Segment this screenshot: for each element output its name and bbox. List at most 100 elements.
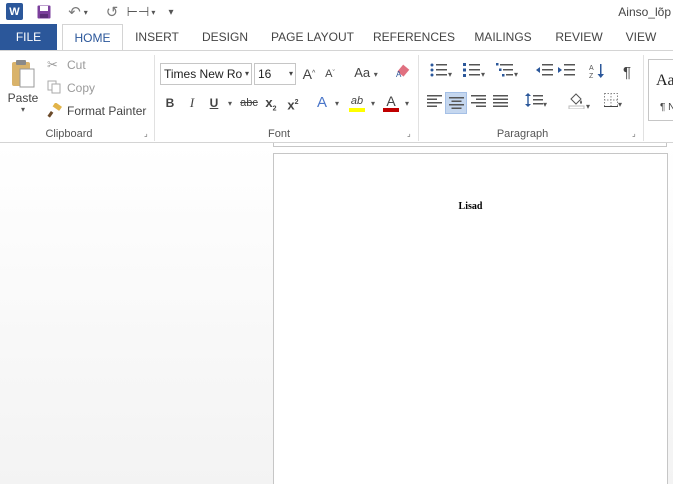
- touch-mode-dropdown-icon[interactable]: ▾: [151, 8, 155, 17]
- align-left-button[interactable]: [425, 93, 443, 113]
- bullets-icon: [430, 63, 447, 77]
- text-effects-button[interactable]: A: [314, 93, 330, 113]
- line-spacing-dropdown-icon[interactable]: ▾: [543, 100, 547, 109]
- cut-label: Cut: [67, 58, 86, 72]
- font-size-combo[interactable]: 16 ▾: [254, 63, 296, 85]
- align-center-icon: [448, 97, 464, 109]
- justify-button[interactable]: [491, 93, 509, 113]
- multilevel-list-button[interactable]: ▾: [492, 63, 522, 83]
- style-preview: Aa: [656, 72, 673, 89]
- font-launcher-icon[interactable]: ⌟: [407, 130, 416, 139]
- grow-font-button[interactable]: A^: [301, 64, 317, 84]
- decrease-indent-button[interactable]: [535, 63, 553, 83]
- text-effects-dropdown-icon[interactable]: ▾: [333, 94, 341, 114]
- clear-formatting-button[interactable]: A: [394, 63, 412, 83]
- show-formatting-button[interactable]: ¶: [619, 63, 635, 83]
- bold-button[interactable]: B: [162, 93, 178, 113]
- scissors-icon: ✂: [47, 57, 58, 72]
- separator: [418, 55, 419, 141]
- tab-mailings[interactable]: MAILINGS: [467, 24, 539, 50]
- document-title: Ainso_lõp: [618, 5, 671, 19]
- paragraph-launcher-icon[interactable]: ⌟: [632, 130, 641, 139]
- tab-insert[interactable]: INSERT: [128, 24, 186, 50]
- clipboard-launcher-icon[interactable]: ⌟: [144, 130, 153, 139]
- strikethrough-button[interactable]: abc: [238, 93, 260, 113]
- shrink-font-button[interactable]: Aˇ: [323, 64, 337, 84]
- sort-button[interactable]: AZ: [588, 63, 606, 83]
- change-case-dropdown-icon[interactable]: ▾: [374, 70, 378, 79]
- word-app-icon[interactable]: W: [6, 3, 23, 20]
- tab-home[interactable]: HOME: [62, 24, 123, 51]
- copy-button[interactable]: Copy: [47, 78, 95, 98]
- page-heading[interactable]: Lisad: [274, 201, 667, 212]
- font-name-dropdown-icon[interactable]: ▾: [245, 64, 249, 84]
- font-name-combo[interactable]: Times New Ro ▾: [160, 63, 252, 85]
- tab-references[interactable]: REFERENCES: [370, 24, 458, 50]
- paste-dropdown-icon[interactable]: ▾: [21, 105, 25, 114]
- font-name-value: Times New Ro: [164, 67, 243, 81]
- cut-button[interactable]: ✂ Cut: [47, 55, 86, 75]
- touch-mode-icon[interactable]: ⊢⊣ ▾: [127, 3, 156, 21]
- shading-dropdown-icon[interactable]: ▾: [586, 102, 590, 111]
- align-center-button[interactable]: [445, 92, 467, 114]
- font-size-value: 16: [258, 67, 272, 81]
- tab-design[interactable]: DESIGN: [195, 24, 255, 50]
- document-page[interactable]: Lisad: [273, 153, 668, 484]
- align-left-icon: [426, 95, 442, 107]
- font-group-label: Font: [267, 128, 290, 140]
- change-case-button[interactable]: Aa ▾: [351, 63, 381, 83]
- multilevel-list-icon: [495, 63, 513, 77]
- increase-indent-button[interactable]: [557, 63, 575, 83]
- paste-button[interactable]: Paste ▾: [6, 57, 40, 115]
- undo-dropdown-icon[interactable]: ▾: [84, 8, 88, 17]
- separator: [154, 55, 155, 141]
- font-color-bar: [383, 108, 399, 112]
- tab-page-layout[interactable]: PAGE LAYOUT: [265, 24, 360, 50]
- customize-qat-icon[interactable]: ▾: [165, 3, 177, 21]
- decrease-indent-icon: [535, 64, 553, 76]
- underline-dropdown-icon[interactable]: ▾: [226, 94, 234, 114]
- highlight-button[interactable]: ab: [347, 91, 367, 112]
- bullets-button[interactable]: ▾: [426, 63, 456, 83]
- paragraph-group-label: Paragraph: [496, 128, 549, 140]
- font-color-button[interactable]: A: [381, 91, 401, 112]
- format-painter-button[interactable]: Format Painter: [47, 101, 146, 121]
- increase-indent-icon: [557, 64, 575, 76]
- numbering-button[interactable]: ▾: [459, 63, 489, 83]
- sort-icon: AZ: [589, 64, 604, 80]
- font-color-dropdown-icon[interactable]: ▾: [403, 94, 411, 114]
- italic-button[interactable]: I: [184, 93, 200, 113]
- eraser-icon: A: [396, 64, 410, 79]
- styles-gallery-item-normal[interactable]: Aa ¶ N: [648, 59, 673, 121]
- borders-dropdown-icon[interactable]: ▾: [618, 100, 622, 109]
- align-right-button[interactable]: [469, 93, 487, 113]
- previous-page-bottom: [273, 143, 667, 147]
- copy-icon: [47, 80, 63, 96]
- highlight-dropdown-icon[interactable]: ▾: [369, 94, 377, 114]
- svg-text:A: A: [396, 70, 402, 79]
- superscript-button[interactable]: x2: [285, 93, 301, 113]
- font-size-dropdown-icon[interactable]: ▾: [289, 64, 293, 84]
- paint-bucket-icon: [568, 93, 585, 110]
- subscript-button[interactable]: x2: [263, 93, 279, 113]
- svg-text:A: A: [589, 65, 594, 72]
- highlight-color-bar: [349, 108, 365, 112]
- line-spacing-button[interactable]: ▾: [521, 93, 551, 113]
- bullets-dropdown-icon[interactable]: ▾: [448, 70, 452, 79]
- tab-file[interactable]: FILE: [0, 24, 57, 50]
- underline-button[interactable]: U: [205, 93, 223, 113]
- borders-button[interactable]: ▾: [598, 93, 628, 113]
- shading-button[interactable]: ▾: [563, 93, 595, 113]
- borders-icon: [603, 93, 618, 107]
- multilevel-dropdown-icon[interactable]: ▾: [514, 70, 518, 79]
- numbering-dropdown-icon[interactable]: ▾: [481, 70, 485, 79]
- save-icon[interactable]: [36, 3, 52, 21]
- separator: [643, 55, 644, 141]
- tab-view[interactable]: VIEW: [617, 24, 665, 50]
- justify-icon: [492, 95, 508, 107]
- undo-icon[interactable]: ↶ ▾: [66, 3, 90, 21]
- tab-review[interactable]: REVIEW: [549, 24, 609, 50]
- redo-icon[interactable]: ↺: [104, 3, 120, 21]
- grow-caret-icon: ^: [312, 70, 316, 77]
- format-painter-label: Format Painter: [67, 104, 147, 118]
